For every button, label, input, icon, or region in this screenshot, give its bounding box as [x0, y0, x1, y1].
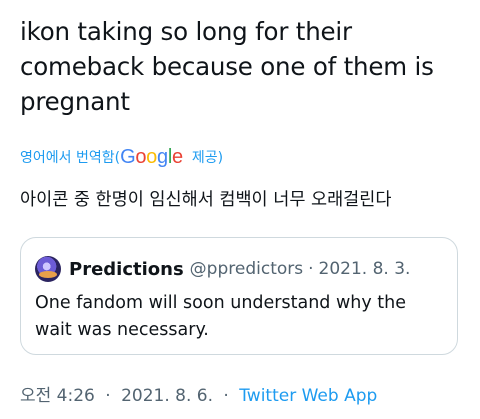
tweet-text: ikon taking so long for their comeback b… — [20, 17, 434, 116]
google-logo-letter: g — [157, 145, 168, 168]
google-logo-letter: o — [146, 145, 157, 168]
quoted-tweet-card[interactable]: Predictions @ppredictors · 2021. 8. 3. O… — [20, 237, 458, 355]
translated-from-label: 영어에서 번역함( — [20, 150, 121, 166]
translation-attribution[interactable]: 영어에서 번역함( G o o g l e 제공) — [20, 144, 223, 170]
google-logo-letter: e — [171, 145, 183, 168]
quoted-tweet-text: One fandom will soon understand why the … — [35, 293, 407, 340]
quoted-tweet-header: Predictions @ppredictors · 2021. 8. 3. — [35, 256, 410, 282]
quoted-tweet-date[interactable]: 2021. 8. 3. — [319, 259, 411, 279]
provided-label: 제공) — [191, 150, 224, 166]
translated-text: 아이콘 중 한명이 임신해서 컴백이 너무 오래걸린다 — [20, 190, 392, 210]
google-logo: G o o g l e — [120, 146, 183, 169]
quoted-author-handle[interactable]: @ppredictors — [190, 259, 303, 279]
avatar[interactable] — [35, 256, 61, 282]
tweet-time[interactable]: 오전 4:26 — [20, 386, 95, 406]
tweet-metadata: 오전 4:26 · 2021. 8. 6. · Twitter Web App — [20, 381, 377, 406]
separator-dot: · — [105, 386, 111, 406]
google-logo-letter: G — [120, 145, 136, 168]
quoted-author-name[interactable]: Predictions — [69, 259, 184, 280]
separator-dot: · — [308, 259, 314, 279]
separator-dot: · — [223, 386, 229, 406]
google-logo-letter: o — [135, 145, 147, 168]
tweet-source-link[interactable]: Twitter Web App — [239, 386, 377, 406]
tweet-date[interactable]: 2021. 8. 6. — [121, 386, 213, 406]
